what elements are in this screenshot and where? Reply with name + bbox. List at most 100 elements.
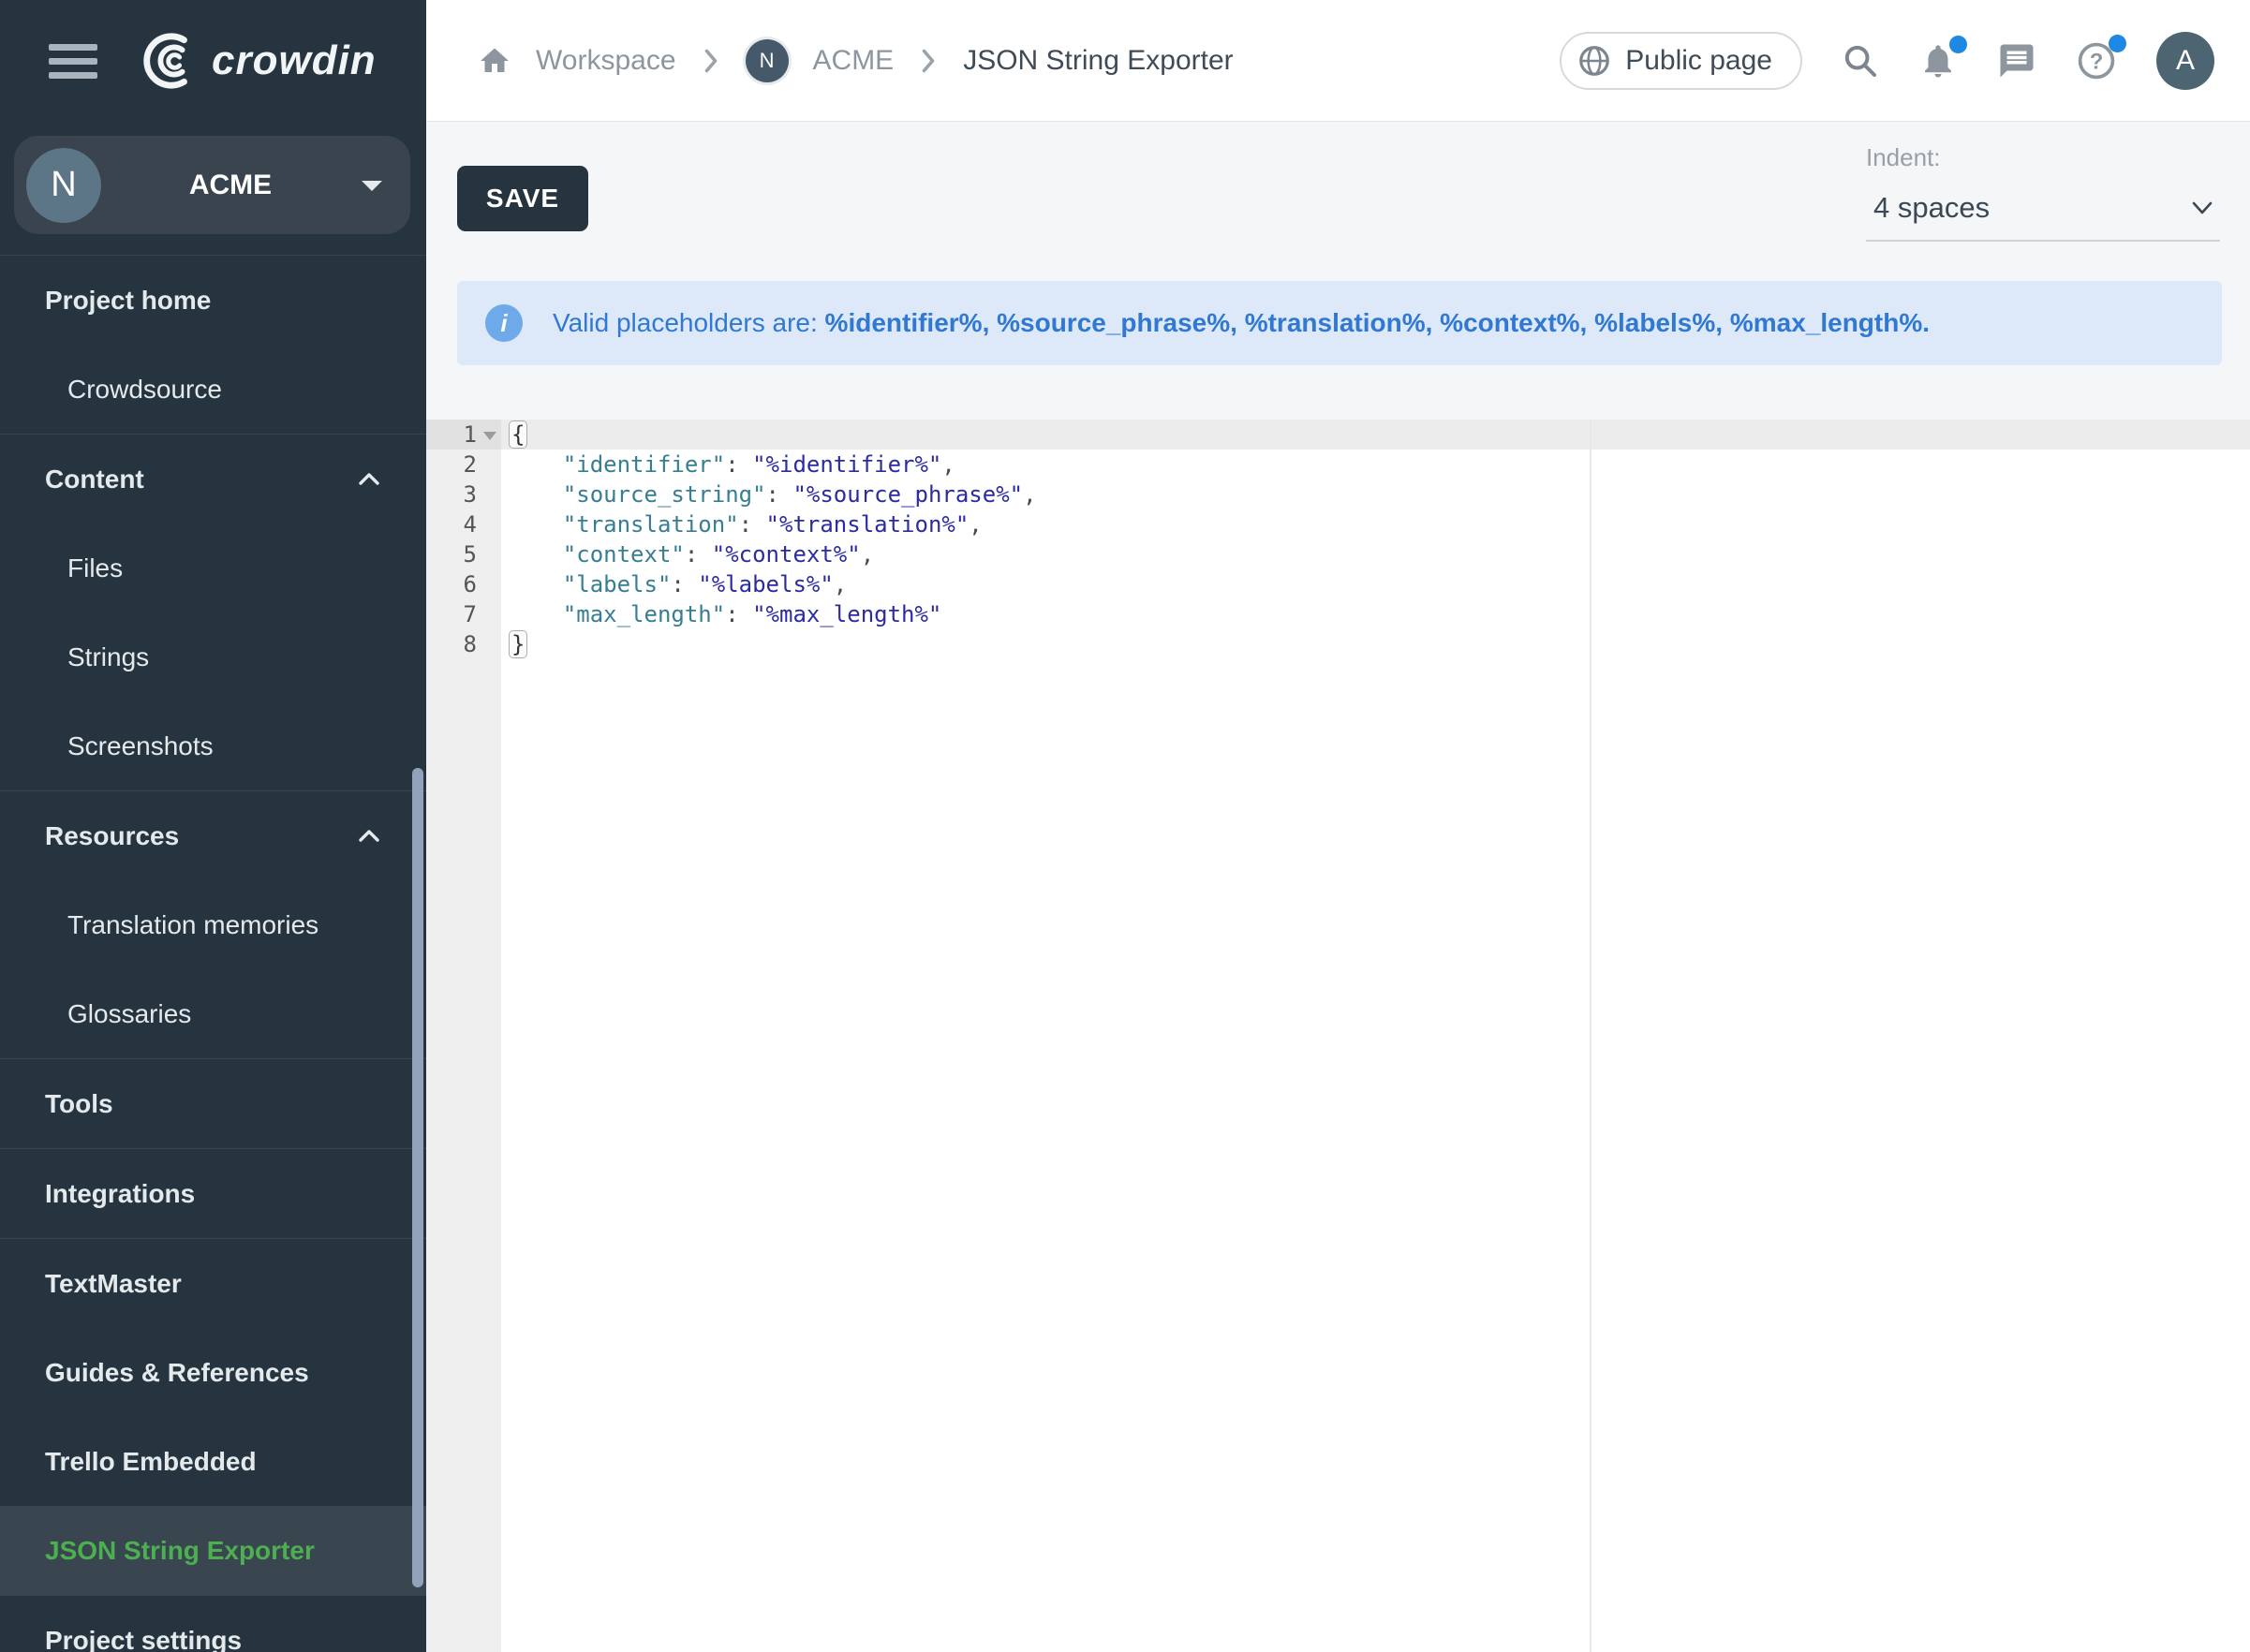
code-line[interactable]: "identifier": "%identifier%",	[501, 450, 2250, 479]
sidebar-item-project-home[interactable]: Project home	[0, 256, 426, 345]
breadcrumb-project[interactable]: ACME	[813, 45, 895, 77]
fold-arrow-icon[interactable]	[483, 432, 496, 440]
code-token-key: "labels"	[563, 571, 672, 597]
code-token-brace: }	[509, 630, 527, 658]
sidebar-item-label: Resources	[45, 821, 179, 851]
code-token-val: "%translation%"	[766, 511, 970, 538]
sidebar-item-content[interactable]: Content	[0, 435, 426, 524]
menu-group: TextMaster Guides & References Trello Em…	[0, 1239, 426, 1596]
menu-group: Tools	[0, 1059, 426, 1149]
code-line[interactable]: }	[501, 629, 2250, 659]
sidebar-scrollbar[interactable]	[412, 768, 423, 1587]
sidebar-item-glossaries[interactable]: Glossaries	[0, 969, 426, 1058]
sidebar-item-guides-references[interactable]: Guides & References	[0, 1328, 426, 1417]
sidebar-item-files[interactable]: Files	[0, 524, 426, 612]
code-token-brace: {	[509, 420, 527, 449]
indent-select[interactable]: 4 spaces	[1866, 191, 2220, 242]
sidebar-item-label: Guides & References	[45, 1358, 309, 1388]
chevron-right-icon	[701, 47, 721, 75]
sidebar-item-translation-memories[interactable]: Translation memories	[0, 880, 426, 969]
notifications-button[interactable]	[1918, 41, 1958, 81]
code-line[interactable]: {	[501, 420, 2250, 450]
main-content: SAVE Indent: 4 spaces i Valid placeholde…	[426, 123, 2250, 1652]
messages-button[interactable]	[1997, 41, 2036, 81]
project-avatar: N	[26, 148, 101, 223]
sidebar-item-screenshots[interactable]: Screenshots	[0, 701, 426, 790]
sidebar-item-integrations[interactable]: Integrations	[0, 1149, 426, 1238]
chevron-right-icon	[918, 47, 939, 75]
chevron-down-icon	[2188, 199, 2216, 217]
sidebar-item-json-string-exporter[interactable]: JSON String Exporter	[0, 1506, 426, 1595]
project-selector[interactable]: N ACME	[14, 136, 410, 234]
banner-prefix: Valid placeholders are:	[553, 308, 825, 337]
code-line[interactable]: "source_string": "%source_phrase%",	[501, 479, 2250, 509]
code-token-key: "max_length"	[563, 601, 725, 627]
sidebar-header: crowdin	[0, 0, 426, 122]
gutter-line-number: 1	[426, 420, 501, 450]
code-token-val: "%source_phrase%"	[792, 481, 1023, 508]
breadcrumb-current-page: JSON String Exporter	[963, 45, 1233, 77]
code-token-pun: ,	[834, 571, 847, 597]
sidebar-item-crowdsource[interactable]: Crowdsource	[0, 345, 426, 434]
search-button[interactable]	[1842, 42, 1879, 80]
breadcrumb-project-avatar[interactable]: N	[746, 39, 789, 82]
gutter-line-number: 3	[426, 479, 501, 509]
code-line[interactable]: "context": "%context%",	[501, 539, 2250, 569]
sidebar-item-label: Integrations	[45, 1179, 195, 1209]
code-token-pun: :	[739, 511, 766, 538]
sidebar-item-label: JSON String Exporter	[45, 1536, 315, 1566]
code-token-key: "source_string"	[563, 481, 766, 508]
home-icon[interactable]	[478, 44, 511, 78]
sidebar-item-label: TextMaster	[45, 1269, 182, 1299]
sidebar-item-project-settings[interactable]: Project settings	[0, 1596, 426, 1652]
sidebar-item-label: Trello Embedded	[45, 1447, 257, 1477]
code-line[interactable]: "translation": "%translation%",	[501, 509, 2250, 539]
breadcrumb: Workspace N ACME JSON String Exporter	[478, 39, 1560, 82]
sidebar-item-tools[interactable]: Tools	[0, 1059, 426, 1148]
crowdin-logo[interactable]: crowdin	[142, 32, 377, 90]
gutter: 12345678	[426, 420, 501, 1652]
sidebar-item-label: Project settings	[45, 1626, 242, 1652]
code-token-key: "translation"	[563, 511, 739, 538]
code-token-val: "%labels%"	[698, 571, 834, 597]
code-token-key: "identifier"	[563, 451, 725, 478]
user-avatar[interactable]: A	[2156, 32, 2214, 90]
indent-selected-value: 4 spaces	[1873, 191, 2188, 225]
sidebar-item-resources[interactable]: Resources	[0, 791, 426, 880]
gutter-line-number: 6	[426, 569, 501, 599]
header-actions: Public page	[1560, 32, 2214, 90]
code-line[interactable]: "max_length": "%max_length%"	[501, 599, 2250, 629]
info-icon: i	[485, 304, 523, 342]
indent-setting: Indent: 4 spaces	[1866, 143, 2220, 242]
code-token-pun	[509, 511, 563, 538]
hamburger-menu-icon[interactable]	[49, 37, 97, 86]
search-icon	[1842, 42, 1879, 80]
sidebar-item-trello-embedded[interactable]: Trello Embedded	[0, 1417, 426, 1506]
code-token-pun: ,	[861, 541, 874, 568]
public-page-button[interactable]: Public page	[1560, 32, 1802, 90]
breadcrumb-workspace[interactable]: Workspace	[536, 45, 676, 77]
menu-group: Content Files Strings Screenshots	[0, 435, 426, 791]
save-button[interactable]: SAVE	[457, 166, 588, 231]
sidebar-item-label: Content	[45, 465, 144, 494]
code-lines: { "identifier": "%identifier%", "source_…	[501, 420, 2250, 1652]
code-token-pun	[509, 571, 563, 597]
code-line[interactable]: "labels": "%labels%",	[501, 569, 2250, 599]
sidebar-item-textmaster[interactable]: TextMaster	[0, 1239, 426, 1328]
sidebar-item-label: Glossaries	[67, 999, 191, 1029]
code-token-pun	[509, 601, 563, 627]
crowdin-logo-icon	[142, 32, 200, 90]
sidebar-item-strings[interactable]: Strings	[0, 612, 426, 701]
code-editor[interactable]: 12345678 { "identifier": "%identifier%",…	[426, 420, 2250, 1652]
code-token-pun: :	[725, 451, 752, 478]
gutter-line-number: 2	[426, 450, 501, 479]
menu-group: Project settings	[0, 1596, 426, 1652]
banner-placeholders: %identifier%, %source_phrase%, %translat…	[825, 308, 1930, 337]
help-button[interactable]: ?	[2076, 40, 2117, 81]
notification-dot	[1949, 36, 1967, 53]
caret-down-icon	[360, 178, 384, 193]
sidebar-item-label: Project home	[45, 286, 211, 316]
svg-text:?: ?	[2090, 49, 2104, 74]
code-token-pun: :	[725, 601, 752, 627]
code-token-key: "context"	[563, 541, 685, 568]
